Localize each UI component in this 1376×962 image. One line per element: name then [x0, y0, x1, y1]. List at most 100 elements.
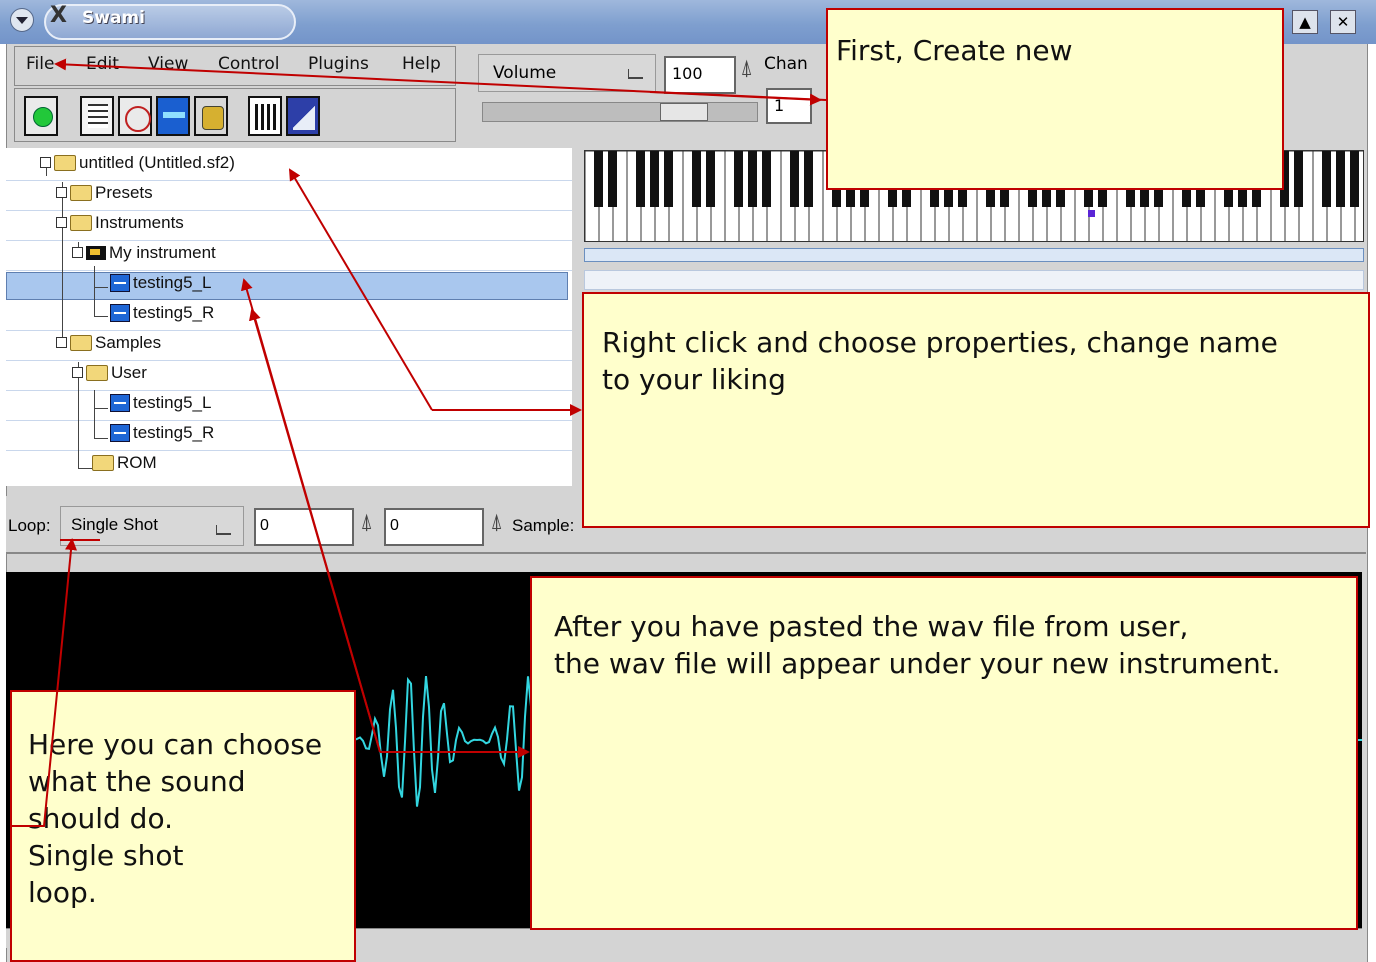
loop-end-input[interactable]: 0	[384, 508, 484, 546]
volume-slider-thumb[interactable]	[660, 103, 708, 121]
pane-splitter[interactable]	[574, 148, 582, 486]
folder-open-icon	[70, 214, 92, 231]
chan-input[interactable]: 1	[766, 88, 812, 124]
black-key[interactable]	[664, 151, 673, 207]
black-key[interactable]	[762, 151, 771, 207]
row-separator	[6, 450, 572, 451]
volume-spin-icon[interactable]: ⍋	[740, 56, 753, 81]
list-view-button[interactable]	[80, 96, 114, 136]
row-separator	[6, 330, 572, 331]
tree-connector	[94, 266, 95, 316]
black-key[interactable]	[608, 151, 617, 207]
record-button[interactable]	[24, 96, 58, 136]
black-key[interactable]	[734, 151, 743, 207]
tree-item-my-instrument[interactable]: My instrument	[72, 242, 216, 272]
sample-wave-icon	[110, 273, 130, 292]
tree-connector	[94, 438, 108, 439]
volume-slider[interactable]	[482, 102, 758, 122]
tree-item-presets[interactable]: Presets	[56, 182, 153, 212]
tree-item-samples[interactable]: Samples	[56, 332, 161, 362]
dropdown-icon	[628, 69, 643, 79]
tree-item-label: testing5_R	[133, 302, 215, 322]
tree-item-rom[interactable]: ROM	[92, 452, 157, 482]
loop-mode-select[interactable]: Single Shot	[60, 506, 244, 546]
menu-plugins[interactable]: Plugins	[308, 54, 369, 74]
menu-control[interactable]: Control	[218, 54, 279, 74]
loop-start-spin-icon[interactable]: ⍋	[360, 510, 373, 535]
annotation-text: Single shot	[28, 839, 184, 872]
volume-select[interactable]: Volume	[478, 54, 656, 92]
sample-label: Sample:	[512, 516, 575, 535]
menu-help[interactable]: Help	[402, 54, 441, 74]
black-key[interactable]	[748, 151, 757, 207]
tree-item-label: ROM	[117, 452, 157, 472]
loop-label: Loop:	[8, 516, 51, 535]
tree-item-user-sample-left[interactable]: testing5_L	[110, 392, 211, 422]
black-key[interactable]	[790, 151, 799, 207]
tree-item-label: User	[111, 362, 147, 382]
collapse-icon[interactable]	[56, 337, 67, 349]
expand-icon[interactable]	[56, 187, 67, 199]
tree-item-instrument-zone-left[interactable]: testing5_L	[110, 272, 211, 302]
instrument-icon	[86, 245, 106, 260]
black-key[interactable]	[1350, 151, 1359, 207]
tree-item-label: untitled (Untitled.sf2)	[79, 152, 235, 172]
loop-end-spin-icon[interactable]: ⍋	[490, 510, 503, 535]
tree-connector	[94, 408, 108, 409]
active-key-marker	[1088, 210, 1095, 217]
black-key[interactable]	[650, 151, 659, 207]
close-button[interactable]: ✕	[1330, 10, 1356, 34]
tree-item-instrument-zone-right[interactable]: testing5_R	[110, 302, 214, 332]
key-range-bar[interactable]	[584, 248, 1364, 262]
envelope-button[interactable]	[286, 96, 320, 136]
black-key[interactable]	[804, 151, 813, 207]
black-key[interactable]	[1336, 151, 1345, 207]
black-key[interactable]	[594, 151, 603, 207]
menu-edit[interactable]: Edit	[86, 54, 119, 74]
black-key[interactable]	[1294, 151, 1303, 207]
window-title: Swami	[82, 8, 145, 28]
keyboard-button[interactable]	[248, 96, 282, 136]
tree-connector	[94, 316, 108, 317]
velocity-range-bar[interactable]	[584, 270, 1364, 290]
loop-mode-value: Single Shot	[71, 515, 158, 534]
black-key[interactable]	[692, 151, 701, 207]
window-menu-button[interactable]	[10, 8, 34, 32]
tree-item-label: testing5_L	[133, 272, 212, 292]
volume-select-label: Volume	[493, 63, 557, 83]
collapse-icon[interactable]	[56, 217, 67, 229]
menu-view[interactable]: View	[148, 54, 188, 74]
folder-icon	[70, 184, 92, 201]
maximize-button[interactable]: ▲	[1292, 10, 1318, 34]
mixer-button[interactable]	[118, 96, 152, 136]
annotation-text: the wav file will appear under your new …	[554, 647, 1281, 680]
loop-start-input[interactable]: 0	[254, 508, 354, 546]
dropdown-icon	[216, 525, 231, 535]
black-key[interactable]	[1322, 151, 1331, 207]
tree-item-label: testing5_L	[133, 392, 212, 412]
tree-item-label: Instruments	[95, 212, 184, 232]
envelope-icon	[293, 104, 315, 130]
tree-connector	[94, 287, 108, 288]
wave-icon	[163, 112, 185, 118]
speaker-icon	[202, 106, 224, 130]
black-key[interactable]	[706, 151, 715, 207]
volume-input[interactable]: 100	[664, 56, 736, 94]
sample-view-button[interactable]	[156, 96, 190, 136]
tree-item-user[interactable]: User	[72, 362, 147, 392]
collapse-icon[interactable]	[72, 247, 83, 259]
menu-file[interactable]: File	[26, 54, 54, 74]
collapse-icon[interactable]	[40, 157, 51, 169]
collapse-icon[interactable]	[72, 367, 83, 379]
tree-item-user-sample-right[interactable]: testing5_R	[110, 422, 214, 452]
tree-item-root[interactable]: untitled (Untitled.sf2)	[40, 152, 235, 182]
piano-icon	[255, 104, 277, 130]
chevron-down-icon	[16, 17, 28, 24]
black-key[interactable]	[636, 151, 645, 207]
annotation-properties: Right click and choose properties, chang…	[582, 292, 1370, 528]
selected-row-highlight	[6, 272, 568, 300]
speaker-button[interactable]	[194, 96, 228, 136]
sample-wave-icon	[110, 423, 130, 442]
annotation-text: to your liking	[602, 363, 786, 396]
tree-item-instruments[interactable]: Instruments	[56, 212, 184, 242]
